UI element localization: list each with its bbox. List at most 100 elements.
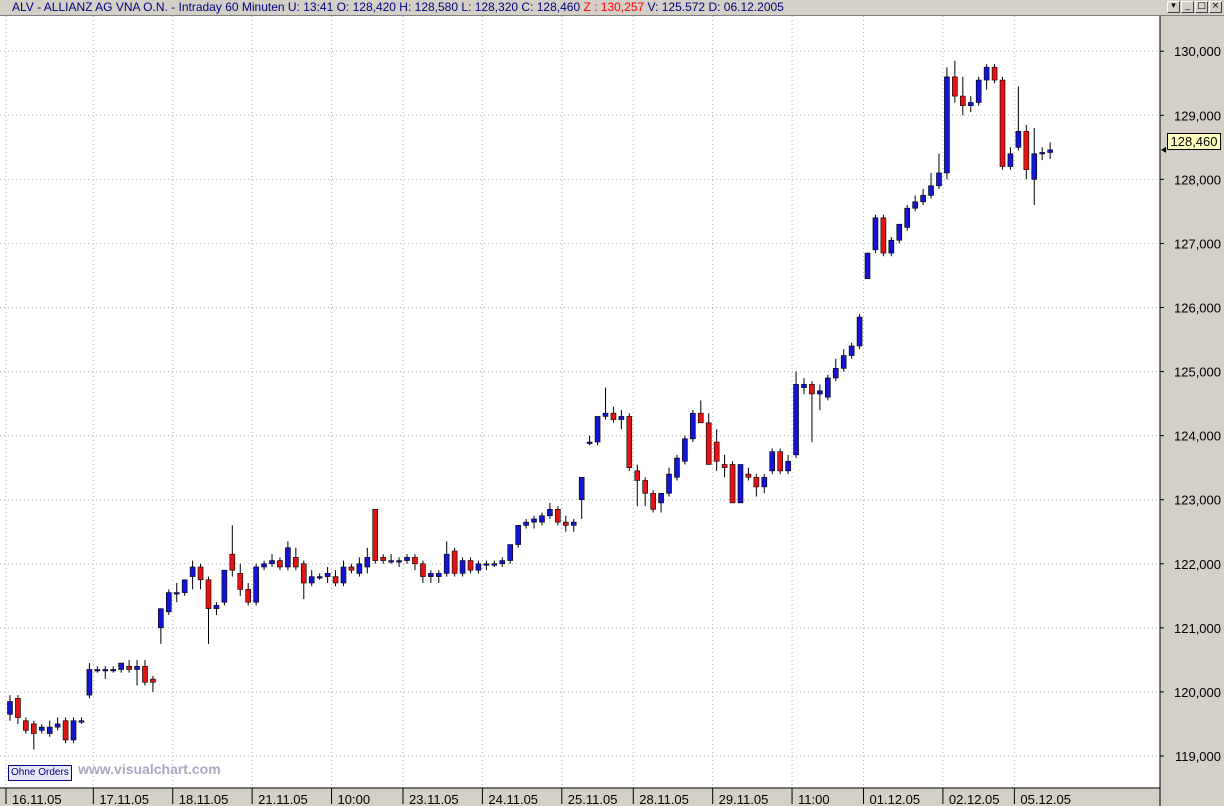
candle-body <box>737 464 744 504</box>
candle-body <box>110 669 117 672</box>
candle-body <box>983 66 990 81</box>
candle-body <box>491 563 498 566</box>
candle-body <box>642 480 649 494</box>
candle-body <box>277 560 283 568</box>
candle-body <box>547 509 553 517</box>
x-tick-label: 01.12.05 <box>870 792 921 806</box>
candle-body <box>126 665 132 670</box>
candle-body <box>594 416 601 443</box>
candle-body <box>555 509 561 523</box>
candle-body <box>586 441 593 444</box>
candle-body <box>920 195 926 203</box>
candle-body <box>753 476 760 488</box>
candle-body <box>364 557 371 568</box>
candle-body <box>991 66 998 81</box>
instrument-info: ALV - ALLIANZ AG VNA O.N. - Intraday 60 … <box>12 0 784 15</box>
candle-body <box>880 217 887 254</box>
candle-body <box>300 563 307 584</box>
candle-body <box>1031 153 1038 180</box>
x-tick-label: 18.11.05 <box>179 792 229 806</box>
x-tick-label: 02.12.05 <box>949 792 1000 806</box>
maximize-button[interactable]: □ <box>1195 1 1208 13</box>
candle-body <box>404 557 410 561</box>
candle-body <box>650 492 656 510</box>
candle-body <box>78 720 85 723</box>
candle-body <box>801 384 807 388</box>
candle-body <box>570 521 577 526</box>
candle-body <box>420 563 426 577</box>
candle-body <box>245 589 251 603</box>
y-tick-label: 125,000 <box>1174 365 1221 380</box>
candle-body <box>102 669 109 672</box>
candle-body <box>928 185 934 196</box>
y-tick-label: 119,000 <box>1175 749 1221 764</box>
y-tick-label: 124,000 <box>1174 429 1221 444</box>
candle-body <box>158 608 164 629</box>
candle-body <box>237 573 244 590</box>
candle-body <box>253 566 259 603</box>
candle-body <box>46 726 53 734</box>
candle-body <box>896 223 903 241</box>
candle-body <box>372 509 379 561</box>
candle-body <box>293 557 299 568</box>
candle-body <box>324 573 331 577</box>
candle-body <box>832 368 839 379</box>
last-price-marker <box>1161 146 1166 153</box>
candle-body <box>697 412 704 424</box>
candle-body <box>634 470 641 481</box>
candle-body <box>94 669 101 672</box>
candle-body <box>523 521 529 526</box>
volume-date-line: V: 125.572 D: 06.12.2005 <box>644 0 784 14</box>
candle-body <box>967 102 974 106</box>
candle-body <box>761 476 768 488</box>
x-tick-label: 10:00 <box>338 792 371 806</box>
y-tick-label: 120,000 <box>1174 685 1221 700</box>
candle-body <box>316 576 323 579</box>
candle-body <box>499 560 506 565</box>
x-tick-label: 21.11.05 <box>258 792 308 806</box>
candle-body <box>785 460 791 472</box>
candle-body <box>1047 149 1053 153</box>
z-value: Z : 130,257 <box>583 0 645 14</box>
close-button[interactable]: × <box>1209 1 1222 13</box>
ohne-orders-button[interactable]: Ohne Orders <box>8 765 72 781</box>
candle-body <box>475 563 482 571</box>
candle-body <box>15 698 21 718</box>
candle-body <box>435 573 442 577</box>
candle-body <box>999 79 1006 167</box>
candle-body <box>682 438 688 462</box>
candle-body <box>229 553 236 571</box>
candle-body <box>31 723 37 734</box>
candle-body <box>666 473 672 494</box>
candle-body <box>840 355 847 369</box>
y-tick-label: 126,000 <box>1174 301 1221 316</box>
candle-body <box>86 669 93 696</box>
candle-body <box>38 726 45 731</box>
dropdown-button[interactable]: ▾ <box>1167 1 1180 13</box>
candle-body <box>912 201 918 209</box>
candle-body <box>23 720 29 731</box>
candle-body <box>285 547 291 568</box>
candle-body <box>443 553 450 574</box>
minimize-button[interactable]: _ <box>1181 1 1194 13</box>
candle-body <box>1015 131 1022 148</box>
candle-body <box>626 416 633 468</box>
y-tick-label: 121,000 <box>1174 621 1221 636</box>
last-price-label: 128,460 <box>1167 133 1221 150</box>
candle-body <box>610 412 617 420</box>
candle-body <box>173 592 180 595</box>
candle-body <box>451 550 458 574</box>
candlestick-chart: 119,000 120,000 121,000 122,000 123,000 124,0… <box>0 16 1221 806</box>
candle-body <box>181 579 188 593</box>
y-tick-label: 123,000 <box>1174 493 1221 508</box>
candle-body <box>856 316 863 347</box>
candle-body <box>713 441 720 462</box>
candle-body <box>539 515 545 523</box>
candle-body <box>142 665 148 683</box>
candle-body <box>166 592 172 613</box>
candle-body <box>483 563 490 566</box>
candle-body <box>1039 152 1045 155</box>
y-tick-label: 128,000 <box>1174 172 1221 187</box>
candle-body <box>602 412 609 417</box>
window-buttons: ▾ _ □ × <box>1167 1 1222 13</box>
